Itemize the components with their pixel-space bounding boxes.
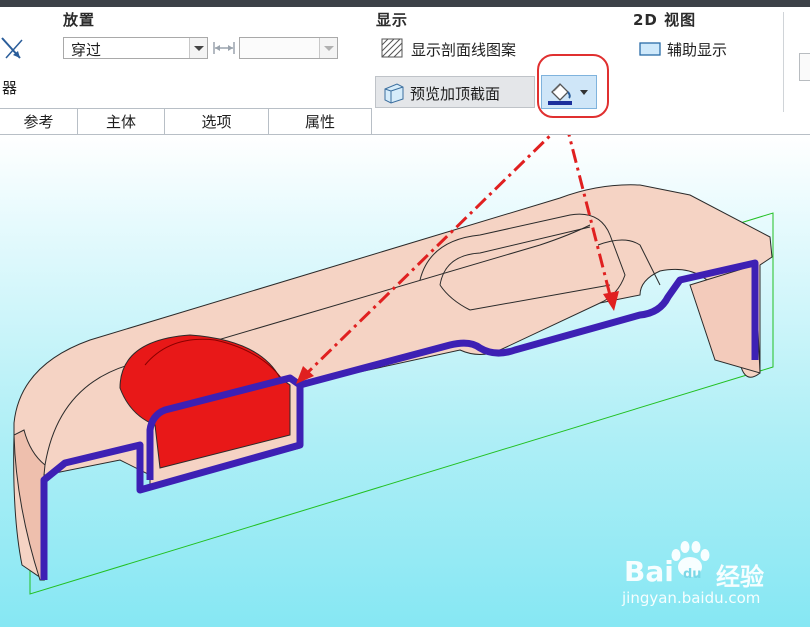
diagonal-arrow-icon[interactable] xyxy=(0,34,26,64)
placement-type-value: 穿过 xyxy=(71,41,102,59)
watermark-brand2: du xyxy=(683,567,702,582)
tab-label: 主体 xyxy=(105,113,136,131)
tab-body[interactable]: 主体 xyxy=(78,108,165,134)
part-right-face xyxy=(689,264,761,374)
watermark-bai: Bai xyxy=(624,555,674,588)
ribbon-group-separator xyxy=(783,12,784,112)
tab-label: 选项 xyxy=(201,113,232,131)
preview-cap-label: 预览加顶截面 xyxy=(410,85,501,103)
cap-preview-icon xyxy=(384,83,404,104)
depth-input[interactable] xyxy=(239,37,338,59)
tab-label: 参考 xyxy=(23,113,54,131)
tab-properties[interactable]: 属性 xyxy=(269,108,372,134)
watermark-suffix: 经验 xyxy=(716,563,764,591)
chevron-down-icon[interactable] xyxy=(189,38,207,58)
partial-tool-label: 器 xyxy=(2,79,18,97)
view2d-group-title: 2D 视图 xyxy=(633,11,697,29)
dimension-icon xyxy=(213,42,235,54)
placement-group-title: 放置 xyxy=(63,11,96,29)
hatch-pattern-icon xyxy=(381,38,403,58)
preview-cap-button[interactable]: 预览加顶截面 xyxy=(375,76,535,108)
aux-display-icon xyxy=(639,42,661,56)
tab-strip: 参考 主体 选项 属性 xyxy=(0,108,372,134)
watermark-brand: Bai xyxy=(624,555,674,588)
display-group-title: 显示 xyxy=(376,11,409,29)
tab-references[interactable]: 参考 xyxy=(0,108,78,134)
model-viewport[interactable]: Bai du 经验 jingyan.baidu.com xyxy=(0,135,810,627)
partial-control[interactable] xyxy=(799,53,810,81)
watermark-url: jingyan.baidu.com xyxy=(622,589,761,607)
tab-label: 属性 xyxy=(304,113,335,131)
highlight-circle xyxy=(537,54,609,118)
show-hatch-option[interactable]: 显示剖面线图案 xyxy=(411,39,516,60)
aux-display-option[interactable]: 辅助显示 xyxy=(667,39,727,60)
title-bar-strip xyxy=(0,0,810,7)
placement-type-dropdown[interactable]: 穿过 xyxy=(63,37,208,59)
chevron-down-icon[interactable] xyxy=(319,38,337,58)
tab-options[interactable]: 选项 xyxy=(165,108,269,134)
ribbon: 器 放置 穿过 显示 显示剖面线图案 预览加顶截面 2D 视图 辅助显示 参考 … xyxy=(0,7,810,135)
